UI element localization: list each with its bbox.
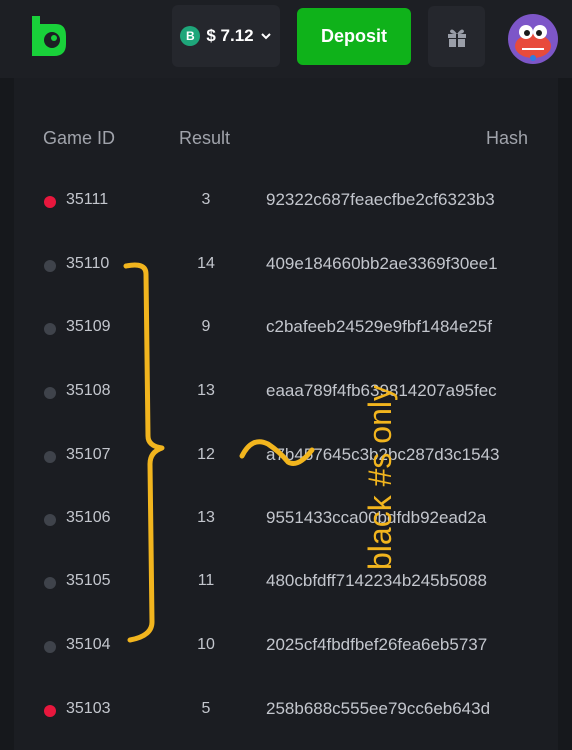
color-dot [44, 577, 56, 589]
result-value: 5 [201, 700, 211, 717]
result-value: 10 [197, 636, 215, 653]
column-header-game-id: Game ID [43, 128, 116, 148]
game-id: 35103 [66, 700, 111, 717]
result-value: 3 [201, 191, 211, 208]
result-value: 13 [197, 509, 215, 526]
hash-value[interactable]: 2025cf4fbdfbef26fea6eb5737 [266, 635, 520, 655]
table-row[interactable]: 35111 3 92322c687feaecfbe2cf6323b3 [0, 187, 572, 217]
avatar[interactable] [508, 14, 558, 64]
table-row[interactable]: 35107 12 a7b457645c3b2bc287d3c1543 [0, 442, 572, 472]
table-row[interactable]: 35108 13 eaaa789f4fb639814207a95fec [0, 378, 572, 408]
table-row[interactable]: 35103 5 258b688c555ee79cc6eb643d [0, 696, 572, 726]
table-row[interactable]: 35110 14 409e184660bb2ae3369f30ee1 [0, 251, 572, 281]
top-bar: B $ 7.12 Deposit [0, 0, 572, 78]
color-dot [44, 705, 56, 717]
result-value: 9 [201, 318, 211, 335]
hash-value[interactable]: 480cbfdff7142234b245b5088 [266, 571, 520, 591]
color-dot [44, 451, 56, 463]
color-dot [44, 387, 56, 399]
result-value: 11 [197, 572, 215, 589]
color-dot [44, 641, 56, 653]
gift-icon [447, 29, 466, 47]
game-id: 35105 [66, 572, 111, 589]
result-value: 12 [197, 446, 215, 463]
game-id: 35107 [66, 446, 111, 463]
color-dot [44, 514, 56, 526]
game-id: 35106 [66, 509, 111, 526]
game-id: 35104 [66, 636, 111, 653]
game-id: 35110 [66, 255, 110, 272]
logo-icon[interactable] [26, 14, 70, 58]
color-dot [44, 323, 56, 335]
deposit-button[interactable]: Deposit [297, 8, 411, 65]
table-row[interactable]: 35105 11 480cbfdff7142234b245b5088 [0, 568, 572, 598]
table-row[interactable]: 35104 10 2025cf4fbdfbef26fea6eb5737 [0, 632, 572, 662]
hash-value[interactable]: 409e184660bb2ae3369f30ee1 [266, 254, 520, 274]
avatar-image [515, 25, 551, 61]
color-dot [44, 260, 56, 272]
table-row[interactable]: 35106 13 9551433cca00bdfdb92ead2a [0, 505, 572, 535]
game-id: 35108 [66, 382, 111, 399]
game-id: 35109 [66, 318, 111, 335]
balance-amount: $ 7.12 [206, 26, 254, 45]
color-dot [44, 196, 56, 208]
hash-value[interactable]: c2bafeeb24529e9fbf1484e25f [266, 317, 520, 337]
gift-button[interactable] [428, 6, 485, 67]
result-value: 13 [197, 382, 215, 399]
result-value: 14 [197, 255, 215, 272]
column-header-result: Result [179, 128, 231, 148]
coin-icon: B [180, 26, 201, 46]
column-header-hash: Hash [486, 128, 529, 148]
hash-value[interactable]: 92322c687feaecfbe2cf6323b3 [266, 190, 520, 210]
table-row[interactable]: 35109 9 c2bafeeb24529e9fbf1484e25f [0, 314, 572, 344]
hash-value[interactable]: 258b688c555ee79cc6eb643d [266, 699, 520, 719]
game-id: 35111 [66, 191, 109, 208]
chevron-down-icon [260, 33, 271, 40]
balance-button[interactable]: B $ 7.12 [172, 5, 280, 67]
handwritten-note: black #s only [362, 385, 398, 570]
